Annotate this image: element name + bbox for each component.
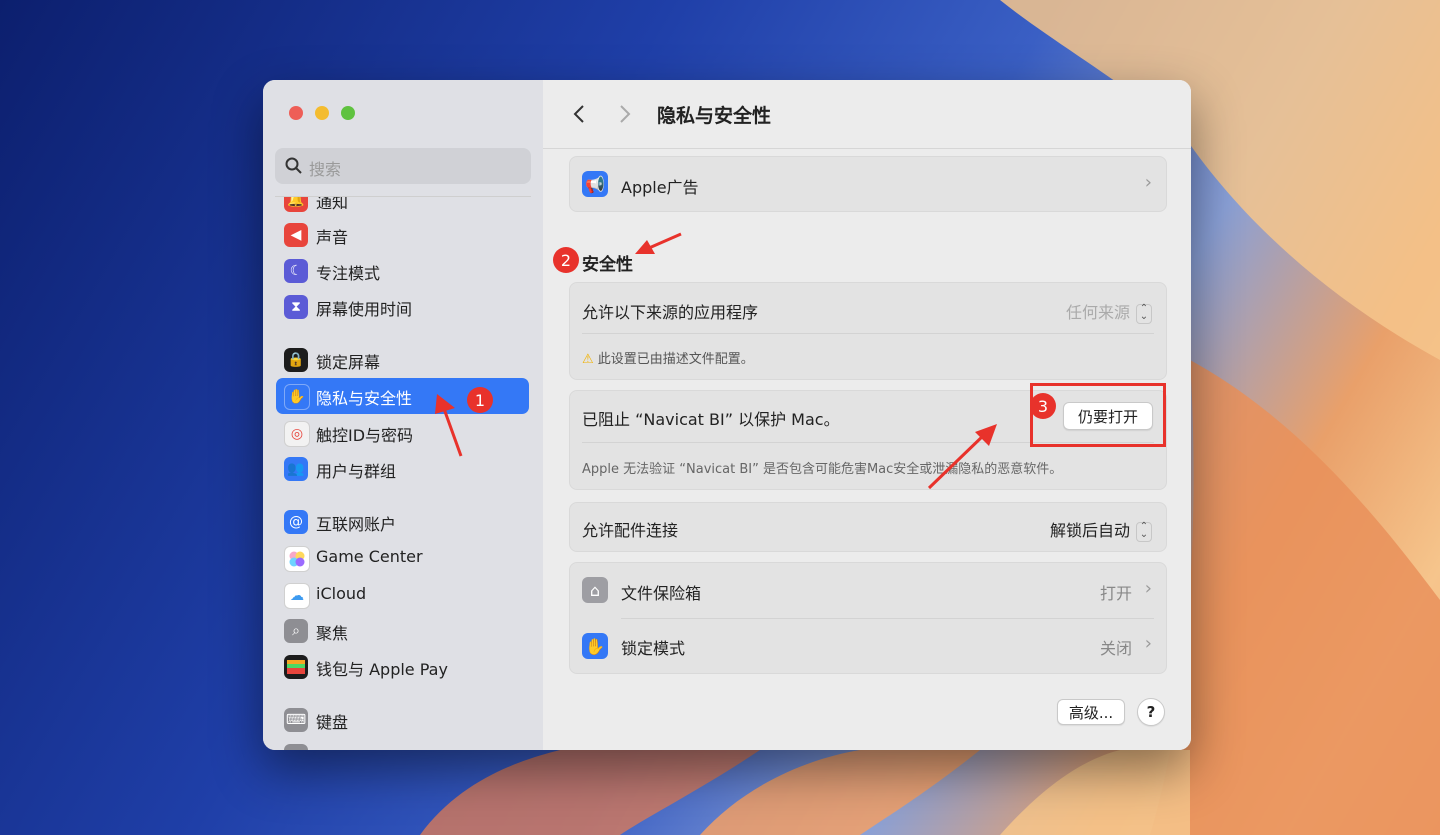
- sidebar-item-partial[interactable]: [276, 738, 529, 750]
- filevault-lockdown-card: ⌂ 文件保险箱 打开 › ✋ 锁定模式 关闭 ›: [569, 562, 1167, 674]
- advanced-button[interactable]: 高级...: [1057, 699, 1125, 725]
- chevron-right-icon: ›: [1144, 633, 1152, 654]
- fingerprint-icon: ◎: [284, 421, 310, 447]
- help-button[interactable]: ?: [1137, 698, 1165, 726]
- sidebar-item-internet-accounts[interactable]: @ 互联网账户: [276, 504, 529, 540]
- minimize-window-button[interactable]: [315, 106, 329, 120]
- hand-icon: ✋: [284, 384, 310, 410]
- sidebar-item-sound[interactable]: ◀ 声音: [276, 217, 529, 253]
- blocked-label: 已阻止 “Navicat BI” 以保护 Mac。: [582, 410, 840, 429]
- forward-button[interactable]: [613, 100, 637, 128]
- search-field[interactable]: 搜索: [275, 148, 531, 184]
- close-window-button[interactable]: [289, 106, 303, 120]
- apple-ads-row[interactable]: 📢 Apple广告 ›: [569, 156, 1167, 212]
- annotation-badge-1: 1: [467, 387, 493, 413]
- sidebar-item-users-groups[interactable]: 👥 用户与群组: [276, 451, 529, 487]
- security-heading: 安全性: [582, 255, 633, 275]
- annotation-arrow-1: [435, 394, 463, 457]
- annotation-badge-3: 3: [1030, 393, 1056, 419]
- spotlight-icon: ⌕: [284, 619, 308, 643]
- chevron-right-icon: ›: [1144, 578, 1152, 599]
- house-lock-icon: ⌂: [582, 577, 608, 603]
- divider: [582, 333, 1154, 334]
- chevron-left-icon: [573, 105, 584, 123]
- filevault-value: 打开: [1099, 584, 1132, 603]
- annotation-arrow-2: [635, 232, 682, 254]
- filevault-label: 文件保险箱: [621, 584, 702, 603]
- settings-window: 搜索 🔔 通知 ◀ 声音 ☾ 专注模式 ⧗ 屏幕使用时间 🔒 锁定屏幕 ✋ 隐私…: [263, 80, 1191, 750]
- users-icon: 👥: [284, 457, 308, 481]
- lockdown-value: 关闭: [1099, 639, 1132, 658]
- accessories-select[interactable]: 解锁后自动 ⌃ ⌄: [1050, 517, 1152, 542]
- sidebar-item-lock-screen[interactable]: 🔒 锁定屏幕: [276, 342, 529, 378]
- apple-ads-label: Apple广告: [621, 178, 699, 197]
- moon-icon: ☾: [284, 259, 308, 283]
- allow-apps-select[interactable]: 任何来源 ⌃ ⌄: [1066, 299, 1152, 324]
- filevault-row[interactable]: ⌂ 文件保险箱 打开 ›: [570, 563, 1166, 618]
- wallet-icon: [284, 655, 308, 679]
- sidebar-item-spotlight[interactable]: ⌕ 聚焦: [276, 613, 529, 649]
- lockdown-row[interactable]: ✋ 锁定模式 关闭 ›: [570, 619, 1166, 673]
- main-pane: 隐私与安全性 📢 Apple广告 › 2 安全性 允许以下来源的应用程序 任何来…: [543, 80, 1191, 750]
- search-icon: [285, 157, 302, 174]
- sidebar-item-wallet[interactable]: 钱包与 Apple Pay: [276, 649, 529, 685]
- warning-icon: ⚠: [582, 352, 594, 367]
- sidebar-list: 🔔 通知 ◀ 声音 ☾ 专注模式 ⧗ 屏幕使用时间 🔒 锁定屏幕 ✋ 隐私与安全: [263, 197, 543, 750]
- back-button[interactable]: [567, 100, 591, 128]
- page-title: 隐私与安全性: [657, 105, 772, 127]
- allow-apps-card: 允许以下来源的应用程序 任何来源 ⌃ ⌄ ⚠ 此设置已由描述文件配置。: [569, 282, 1167, 380]
- sidebar: 搜索 🔔 通知 ◀ 声音 ☾ 专注模式 ⧗ 屏幕使用时间 🔒 锁定屏幕 ✋ 隐私…: [263, 80, 544, 750]
- sidebar-item-game-center[interactable]: Game Center: [276, 540, 529, 576]
- chevron-right-icon: [620, 105, 631, 123]
- sidebar-item-touch-id[interactable]: ◎ 触控ID与密码: [276, 415, 529, 451]
- accessories-label: 允许配件连接: [582, 521, 679, 540]
- partial-icon: [284, 744, 308, 750]
- megaphone-icon: 📢: [582, 171, 608, 197]
- hourglass-icon: ⧗: [284, 295, 308, 319]
- cloud-icon: ☁: [284, 583, 310, 609]
- sidebar-item-focus[interactable]: ☾ 专注模式: [276, 253, 529, 289]
- toolbar: 隐私与安全性: [543, 80, 1191, 149]
- sidebar-item-icloud[interactable]: ☁ iCloud: [276, 577, 529, 613]
- lock-screen-icon: 🔒: [284, 348, 308, 372]
- lockdown-label: 锁定模式: [621, 639, 686, 658]
- allow-apps-label: 允许以下来源的应用程序: [582, 303, 759, 322]
- sidebar-item-notifications[interactable]: 🔔 通知: [276, 197, 529, 218]
- annotation-badge-2: 2: [553, 247, 579, 273]
- accessories-card: 允许配件连接 解锁后自动 ⌃ ⌄: [569, 502, 1167, 552]
- stepper-icon: ⌃ ⌄: [1136, 303, 1152, 324]
- zoom-window-button[interactable]: [341, 106, 355, 120]
- keyboard-icon: ⌨: [284, 708, 308, 732]
- sidebar-item-keyboard[interactable]: ⌨ 键盘: [276, 702, 529, 738]
- search-placeholder: 搜索: [309, 160, 342, 179]
- game-center-icon: [284, 546, 310, 572]
- chevron-right-icon: ›: [1144, 172, 1152, 193]
- profile-warning: ⚠ 此设置已由描述文件配置。: [582, 352, 754, 367]
- speaker-icon: ◀: [284, 223, 308, 247]
- hand-icon: ✋: [582, 633, 608, 659]
- bell-icon: 🔔: [284, 197, 308, 212]
- sidebar-item-screen-time[interactable]: ⧗ 屏幕使用时间: [276, 289, 529, 325]
- at-icon: @: [284, 510, 308, 534]
- annotation-arrow-3: [927, 424, 997, 490]
- stepper-icon: ⌃ ⌄: [1136, 521, 1152, 542]
